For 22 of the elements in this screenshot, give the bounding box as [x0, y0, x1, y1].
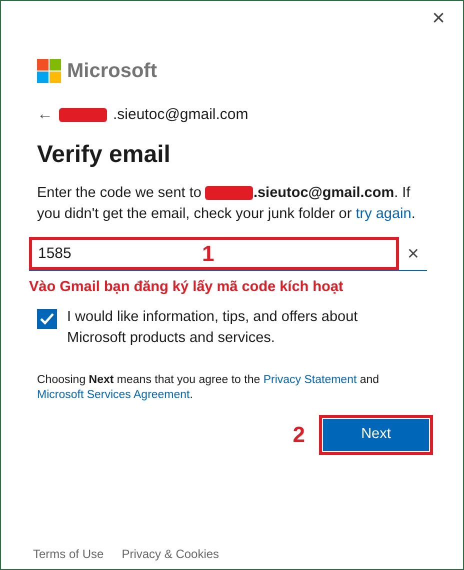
services-agreement-link[interactable]: Microsoft Services Agreement: [37, 389, 190, 402]
step-number: 2: [292, 424, 305, 446]
page-title: Verify email: [37, 140, 172, 170]
clear-button[interactable]: ×: [399, 244, 427, 264]
footer-link[interactable]: Privacy & Cookies: [122, 545, 220, 563]
privacy-statement-link[interactable]: Privacy Statement: [263, 374, 357, 386]
annotation-note: Vào Gmail bạn đăng ký lấy mã code kích hoạt: [29, 278, 344, 298]
instruction-text: Enter the code we sent to .sieutoc@gmail.com. If you didn't get the email, check your junk folder or try again.: [37, 184, 416, 224]
annotation-box: 1585 1: [29, 237, 400, 270]
checkbox-label: I would like information, tips, and offers about Microsoft products and services.: [67, 308, 359, 348]
brand-name: Microsoft: [67, 59, 157, 84]
account-email: .sieutoc@gmail.com: [113, 105, 248, 125]
try-again-link[interactable]: try again: [356, 206, 412, 222]
back-button[interactable]: ←: [37, 107, 53, 124]
code-field[interactable]: 1585 1 ×: [29, 237, 427, 272]
close-button[interactable]: ×: [428, 5, 449, 31]
logo-icon: [37, 59, 61, 83]
footer-link[interactable]: Terms of Use: [33, 545, 104, 563]
step-number: 1: [202, 242, 214, 265]
marketing-checkbox[interactable]: [37, 309, 57, 330]
agreement-text: Choosing Next means that you agree to the Privacy Statement and Microsoft Services Agreement.: [37, 373, 380, 404]
next-button[interactable]: Next: [323, 419, 429, 452]
